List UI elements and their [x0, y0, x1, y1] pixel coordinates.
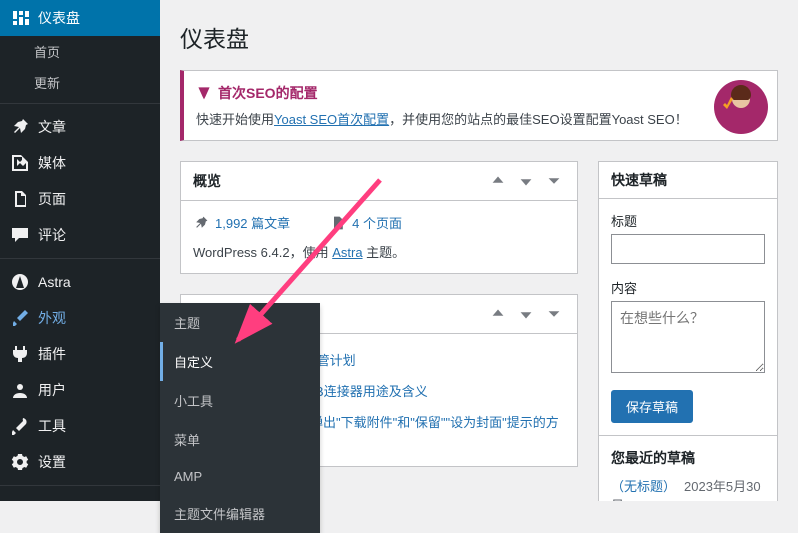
astra-icon [10, 272, 30, 292]
menu-astra-label: Astra [38, 274, 71, 290]
menu-yoast[interactable]: Yoast SEO [0, 491, 160, 527]
menu-media-label: 媒体 [38, 153, 66, 173]
menu-comments[interactable]: 评论 [0, 217, 160, 253]
yoast-icon [10, 499, 30, 519]
menu-posts-label: 文章 [38, 117, 66, 137]
flyout-editor[interactable]: 主题文件编辑器 [160, 494, 320, 533]
notice-title-text: 首次SEO的配置 [218, 83, 318, 103]
recent-drafts-header: 您最近的草稿 [611, 448, 765, 468]
title-input[interactable] [611, 234, 765, 264]
pages-count-link[interactable]: 4 个页面 [352, 213, 402, 232]
notice-text: 快速开始使用Yoast SEO首次配置，并使用您的站点的最佳SEO设置配置Yoa… [196, 109, 717, 128]
flyout-widgets[interactable]: 小工具 [160, 381, 320, 420]
notice-link[interactable]: Yoast SEO首次配置 [274, 112, 389, 127]
menu-settings-label: 设置 [38, 452, 66, 472]
flyout-menus[interactable]: 菜单 [160, 420, 320, 459]
media-icon [10, 153, 30, 173]
menu-comments-label: 评论 [38, 225, 66, 245]
flyout-amp[interactable]: AMP [160, 459, 320, 494]
page-icon [330, 215, 346, 231]
menu-users-label: 用户 [38, 380, 66, 400]
menu-plugins[interactable]: 插件 [0, 336, 160, 372]
quickdraft-box: 快速草稿 标题 内容 保存草稿 您最近的草稿 （无标题）2023年5月30日 [598, 161, 778, 501]
appearance-flyout: 主题 自定义 小工具 菜单 AMP 主题文件编辑器 [160, 303, 320, 533]
pin-icon [193, 215, 209, 231]
flyout-themes[interactable]: 主题 [160, 303, 320, 342]
menu-media[interactable]: 媒体 [0, 145, 160, 181]
save-draft-button[interactable]: 保存草稿 [611, 390, 693, 423]
submenu-home[interactable]: 首页 [0, 36, 160, 67]
content-textarea[interactable] [611, 301, 765, 373]
title-label: 标题 [611, 211, 765, 230]
dashboard-submenu: 首页 更新 [0, 36, 160, 98]
yoast-small-icon [196, 85, 212, 101]
posts-count-link[interactable]: 1,992 篇文章 [215, 213, 290, 232]
quickdraft-header: 快速草稿 [611, 170, 667, 190]
brush-icon [10, 308, 30, 328]
overview-box: 概览 1,992 篇文章 [180, 161, 578, 274]
menu-dashboard-label: 仪表盘 [38, 8, 80, 28]
settings-icon [10, 452, 30, 472]
draft-row: （无标题）2023年5月30日 [611, 476, 765, 501]
menu-appearance[interactable]: 外观 [0, 300, 160, 336]
menu-yoast-label: Yoast SEO [38, 501, 106, 517]
menu-users[interactable]: 用户 [0, 372, 160, 408]
overview-header: 概览 [193, 171, 221, 191]
menu-dashboard[interactable]: 仪表盘 [0, 0, 160, 36]
move-up-button[interactable] [487, 303, 509, 325]
users-icon [10, 380, 30, 400]
menu-pages[interactable]: 页面 [0, 181, 160, 217]
content-label: 内容 [611, 278, 765, 297]
move-down-button[interactable] [515, 170, 537, 192]
menu-astra[interactable]: Astra [0, 264, 160, 300]
yoast-avatar-icon [713, 79, 769, 135]
menu-appearance-label: 外观 [38, 308, 66, 328]
yoast-notice: 首次SEO的配置 快速开始使用Yoast SEO首次配置，并使用您的站点的最佳S… [180, 70, 778, 141]
pages-icon [10, 189, 30, 209]
version-line: WordPress 6.4.2，使用 Astra 主题。 [193, 242, 565, 261]
submenu-updates[interactable]: 更新 [0, 67, 160, 98]
page-title: 仪表盘 [180, 20, 778, 54]
menu-tools[interactable]: 工具 [0, 408, 160, 444]
menu-settings[interactable]: 设置 [0, 444, 160, 480]
move-down-button[interactable] [515, 303, 537, 325]
menu-tools-label: 工具 [38, 416, 66, 436]
toggle-button[interactable] [543, 170, 565, 192]
toggle-button[interactable] [543, 303, 565, 325]
move-up-button[interactable] [487, 170, 509, 192]
menu-plugins-label: 插件 [38, 344, 66, 364]
pin-icon [10, 117, 30, 137]
flyout-customize[interactable]: 自定义 [160, 342, 320, 381]
admin-sidebar: 仪表盘 首页 更新 文章 媒体 页面 评论 Astra 外观 [0, 0, 160, 501]
dashboard-icon [10, 8, 30, 28]
plugins-icon [10, 344, 30, 364]
theme-link[interactable]: Astra [332, 245, 362, 260]
comments-icon [10, 225, 30, 245]
tools-icon [10, 416, 30, 436]
draft-link[interactable]: （无标题） [611, 479, 676, 494]
menu-pages-label: 页面 [38, 189, 66, 209]
menu-posts[interactable]: 文章 [0, 109, 160, 145]
notice-title: 首次SEO的配置 [196, 83, 717, 103]
